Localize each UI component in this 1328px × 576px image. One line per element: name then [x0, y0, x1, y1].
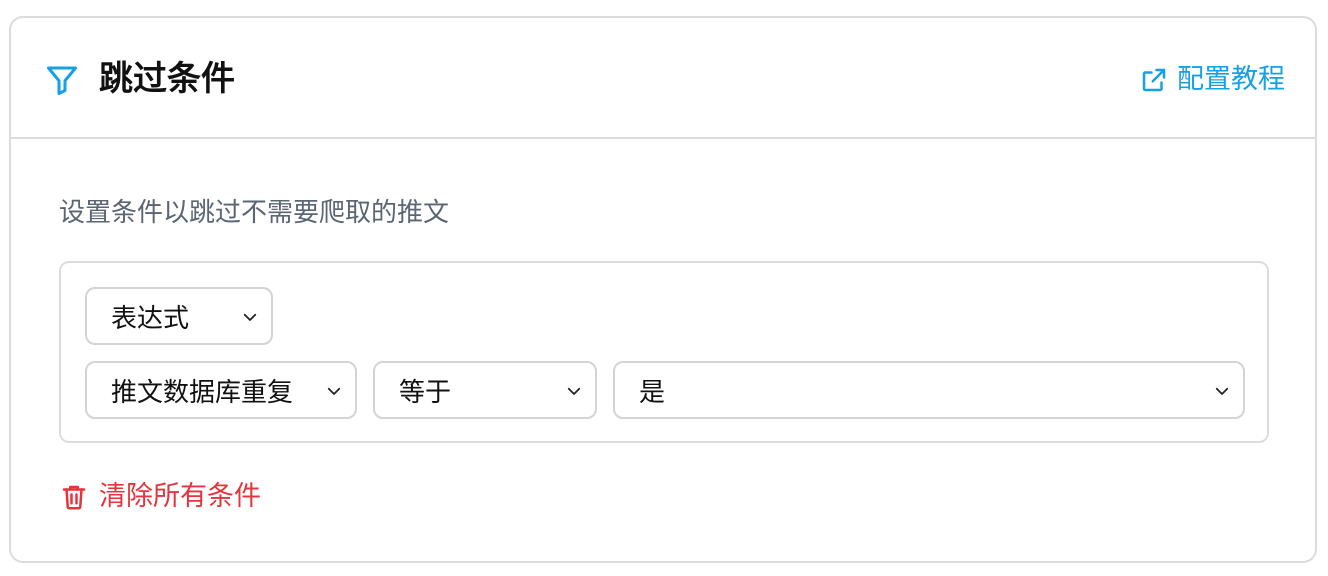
condition-field-select[interactable]: 推文数据库重复 — [85, 361, 357, 419]
condition-type-value: 表达式 — [111, 303, 190, 334]
config-tutorial-link[interactable]: 配置教程 — [1139, 58, 1285, 102]
clear-all-conditions-label: 清除所有条件 — [99, 481, 261, 512]
skip-conditions-card: 跳过条件 配置教程 设置条件以跳过不需要爬取的推文 表达式 推文数据库重复 等于 — [9, 16, 1317, 563]
filter-icon — [47, 66, 77, 95]
condition-type-select[interactable]: 表达式 — [85, 287, 273, 345]
condition-value-value: 是 — [639, 377, 666, 408]
condition-value-select[interactable]: 是 — [613, 361, 1245, 419]
chevron-down-icon — [327, 387, 341, 395]
chevron-down-icon — [243, 313, 257, 321]
external-link-icon — [1142, 68, 1166, 92]
card-title: 跳过条件 — [99, 59, 235, 99]
condition-operator-value: 等于 — [399, 377, 452, 408]
clear-all-conditions-button[interactable]: 清除所有条件 — [59, 479, 261, 515]
config-tutorial-label: 配置教程 — [1177, 64, 1285, 95]
condition-group: 表达式 推文数据库重复 等于 是 — [59, 261, 1269, 443]
condition-operator-select[interactable]: 等于 — [373, 361, 597, 419]
condition-field-value: 推文数据库重复 — [111, 377, 294, 408]
chevron-down-icon — [1215, 387, 1229, 395]
trash-icon — [62, 485, 86, 510]
chevron-down-icon — [567, 387, 581, 395]
card-description: 设置条件以跳过不需要爬取的推文 — [59, 198, 450, 228]
card-header: 跳过条件 配置教程 — [11, 18, 1315, 139]
